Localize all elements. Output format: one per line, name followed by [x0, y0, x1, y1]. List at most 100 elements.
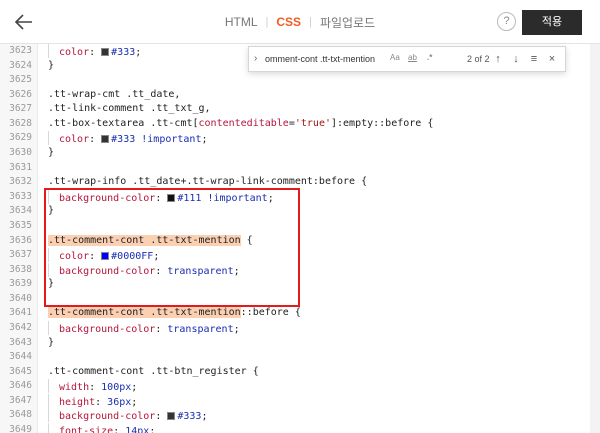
- code-line: 3648 background-color: #333;: [0, 408, 600, 423]
- code-line: 3629 color: #333 !important;: [0, 131, 600, 146]
- line-number: 3635: [9, 219, 32, 231]
- indent-guide: [48, 189, 49, 204]
- tab-html[interactable]: HTML: [225, 15, 258, 29]
- code-token: :: [155, 192, 168, 204]
- code-token: .tt-wrap-cmt .tt_date,: [48, 88, 181, 100]
- code-line: 3636 .tt-comment-cont .tt-txt-mention {: [0, 234, 600, 249]
- code-token: background-color: [59, 323, 156, 335]
- code-token: }: [48, 147, 55, 159]
- close-find-icon[interactable]: ×: [545, 51, 559, 67]
- code-token: 14px: [125, 426, 150, 433]
- color-swatch[interactable]: [167, 412, 176, 421]
- search-match: .tt-comment-cont .tt-txt-mention: [48, 307, 241, 319]
- vertical-scrollbar[interactable]: [590, 44, 600, 433]
- code-line: 3625: [0, 73, 600, 88]
- code-token: ;: [153, 251, 160, 263]
- previous-match-icon[interactable]: ↑: [491, 51, 505, 67]
- indent-guide: [48, 320, 49, 335]
- code-line: 3627 .tt-link-comment .tt_txt_g,: [0, 102, 600, 117]
- code-token: ;: [201, 134, 208, 146]
- code-line: 3649 font-size: 14px;: [0, 423, 600, 433]
- line-number: 3642: [9, 321, 32, 333]
- code-token: transparent: [167, 323, 234, 335]
- line-number: 3631: [9, 161, 32, 173]
- indent-guide: [48, 262, 49, 277]
- code-text: }: [48, 336, 54, 351]
- line-number: 3641: [9, 307, 32, 319]
- code-token: 100px: [101, 382, 132, 394]
- tab-file-upload[interactable]: 파일업로드: [320, 14, 375, 31]
- tab-separator: |: [265, 16, 269, 28]
- find-input[interactable]: omment-cont .tt-txt-mention: [265, 50, 387, 69]
- code-line: 3630}: [0, 146, 600, 161]
- indent-guide: [48, 44, 49, 58]
- color-swatch[interactable]: [101, 48, 110, 56]
- color-swatch[interactable]: [167, 193, 176, 202]
- code-token: ;: [233, 323, 240, 335]
- code-token: #0000FF: [111, 251, 154, 263]
- code-token: :: [95, 396, 108, 408]
- code-token: }: [48, 336, 55, 348]
- code-token: font-size: [59, 426, 114, 433]
- line-number: 3630: [9, 147, 32, 159]
- code-token: :: [89, 47, 102, 58]
- code-text: .tt-link-comment .tt_txt_g,: [48, 102, 211, 117]
- code-token: background-color: [59, 192, 156, 204]
- color-swatch[interactable]: [101, 135, 110, 144]
- code-token: 'true': [294, 117, 331, 129]
- match-case-icon[interactable]: Aa: [390, 53, 400, 62]
- apply-button[interactable]: 적용: [522, 10, 582, 35]
- line-number: 3627: [9, 103, 32, 115]
- code-token: ;: [131, 382, 138, 394]
- line-number: 3646: [9, 380, 32, 392]
- tab-css[interactable]: CSS: [276, 15, 301, 29]
- code-text: font-size: 14px;: [48, 423, 155, 433]
- code-token: :: [89, 134, 102, 146]
- code-token: ;: [267, 192, 274, 204]
- code-line: 3633 background-color: #111 !important;: [0, 189, 600, 205]
- code-line: 3626 .tt-wrap-cmt .tt_date,: [0, 88, 600, 103]
- code-text: }: [48, 59, 54, 74]
- next-match-icon[interactable]: ↓: [509, 51, 523, 67]
- code-line: 3639}: [0, 277, 600, 292]
- line-number: 3640: [9, 292, 32, 304]
- code-token: ;: [135, 47, 142, 58]
- regex-icon[interactable]: .*: [427, 53, 432, 62]
- line-number: 3625: [9, 74, 32, 86]
- code-token: ;: [233, 265, 240, 277]
- code-token: ::before {: [240, 307, 301, 319]
- help-icon[interactable]: ?: [497, 12, 516, 31]
- code-line: 3643}: [0, 336, 600, 351]
- code-token: color: [59, 251, 90, 263]
- line-number: 3638: [9, 263, 32, 275]
- code-lines: 3623 color: #333; 3624} 3625 3626 .tt-wrap-cm…: [0, 44, 600, 433]
- code-token: ;: [201, 411, 208, 423]
- line-number: 3645: [9, 365, 32, 377]
- find-in-selection-icon[interactable]: ≡: [527, 51, 541, 67]
- line-number: 3649: [9, 424, 32, 433]
- code-token: #111 !important: [177, 192, 268, 204]
- code-token: height: [59, 396, 96, 408]
- toggle-replace-icon[interactable]: ›: [254, 53, 257, 64]
- line-number: 3632: [9, 176, 32, 188]
- code-token: .tt-link-comment .tt_txt_g,: [48, 103, 211, 115]
- code-editor[interactable]: 3623 color: #333; 3624} 3625 3626 .tt-wrap-cm…: [0, 44, 600, 433]
- code-token: {: [240, 234, 253, 246]
- line-number: 3637: [9, 249, 32, 261]
- line-number: 3639: [9, 278, 32, 290]
- line-number: 3636: [9, 234, 32, 246]
- code-line: 3645 .tt-comment-cont .tt-btn_register {: [0, 365, 600, 380]
- tab-separator: |: [309, 16, 312, 28]
- code-token: :: [155, 411, 168, 423]
- code-line: 3635: [0, 219, 600, 234]
- line-number: 3643: [9, 336, 32, 348]
- code-token: :: [113, 426, 126, 433]
- whole-word-icon[interactable]: ab: [408, 53, 417, 62]
- code-token: :: [89, 251, 102, 263]
- code-token: ]:empty::before {: [330, 117, 434, 129]
- code-token: background-color: [59, 411, 156, 423]
- code-token: color: [59, 134, 90, 146]
- code-token: .tt-box-textarea .tt-cmt[: [48, 117, 199, 129]
- line-number: 3648: [9, 409, 32, 421]
- color-swatch[interactable]: [101, 252, 110, 261]
